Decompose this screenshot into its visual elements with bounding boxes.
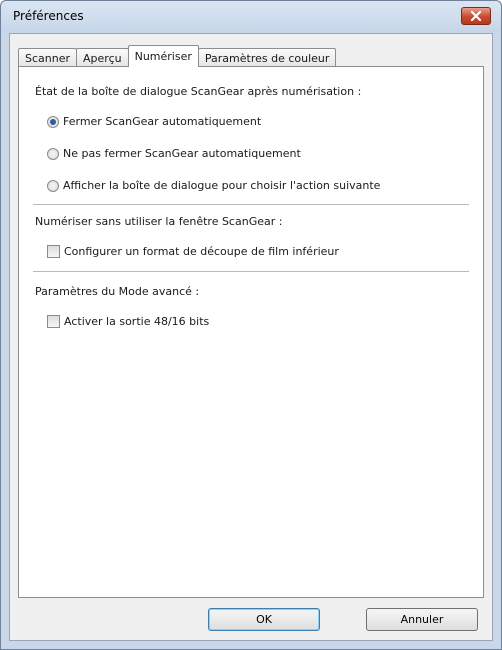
window-title: Préférences — [13, 9, 84, 23]
tab-parametres-couleur[interactable]: Paramètres de couleur — [197, 48, 337, 67]
checkbox-option-48-16-bit[interactable]: Activer la sortie 48/16 bits — [47, 315, 209, 328]
ok-button[interactable]: OK — [208, 608, 320, 631]
checkbox-film-crop[interactable] — [47, 245, 60, 258]
dialog-body: Scanner Aperçu Numériser Paramètres de c… — [9, 33, 493, 641]
tab-numeriser[interactable]: Numériser — [127, 45, 199, 67]
title-bar[interactable]: Préférences — [1, 1, 501, 33]
advanced-mode-label: Paramètres du Mode avancé : — [35, 285, 200, 298]
close-button[interactable] — [461, 7, 491, 25]
checkbox-48-16-bit[interactable] — [47, 315, 60, 328]
tab-scanner[interactable]: Scanner — [18, 48, 78, 67]
radio-close-auto-label: Fermer ScanGear automatiquement — [63, 115, 262, 128]
tab-strip: Scanner Aperçu Numériser Paramètres de c… — [18, 45, 337, 67]
tab-panel-numeriser: État de la boîte de dialogue ScanGear ap… — [18, 66, 484, 598]
radio-option-close-auto[interactable]: Fermer ScanGear automatiquement — [47, 115, 261, 128]
checkbox-48-16-bit-label: Activer la sortie 48/16 bits — [64, 315, 210, 328]
radio-close-auto[interactable] — [47, 115, 59, 128]
radio-show-dialog-label: Afficher la boîte de dialogue pour chois… — [63, 179, 381, 192]
radio-show-dialog[interactable] — [47, 179, 59, 192]
checkbox-option-film-crop[interactable]: Configurer un format de découpe de film … — [47, 245, 339, 258]
radio-option-keep-open[interactable]: Ne pas fermer ScanGear automatiquement — [47, 147, 301, 160]
radio-keep-open-label: Ne pas fermer ScanGear automatiquement — [63, 147, 301, 160]
close-icon — [470, 11, 482, 21]
tab-apercu[interactable]: Aperçu — [76, 48, 129, 67]
dialog-state-label: État de la boîte de dialogue ScanGear ap… — [35, 85, 362, 98]
section-divider — [33, 204, 469, 205]
radio-option-show-dialog[interactable]: Afficher la boîte de dialogue pour chois… — [47, 179, 380, 192]
section-divider — [33, 271, 469, 272]
checkbox-film-crop-label: Configurer un format de découpe de film … — [64, 245, 339, 258]
cancel-button[interactable]: Annuler — [366, 608, 478, 631]
scan-without-label: Numériser sans utiliser la fenêtre ScanG… — [35, 215, 283, 228]
preferences-window: Préférences Scanner Aperçu Numériser Par… — [0, 0, 502, 650]
radio-keep-open[interactable] — [47, 147, 59, 160]
